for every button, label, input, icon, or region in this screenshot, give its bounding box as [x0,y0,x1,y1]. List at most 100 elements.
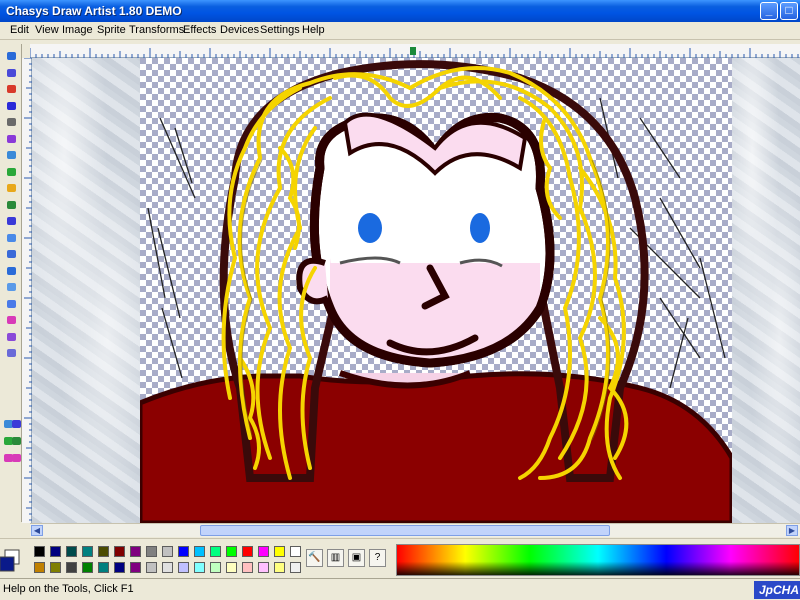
title-bar: Chasys Draw Artist 1.80 DEMO _ □ [0,0,800,22]
tool-fill-button[interactable] [3,180,19,195]
top-ruler [29,44,800,58]
palette-bars-button[interactable]: ▥ [327,549,344,567]
right-eye [470,213,490,243]
smudge-icon [7,332,16,341]
help-icon: ? [374,552,381,563]
menu-edit[interactable]: Edit [10,24,29,36]
rectangle-outline-icon [7,299,16,308]
polygon-icon [7,250,16,258]
menu-sprite[interactable]: Sprite [97,24,126,36]
palette-swatch[interactable] [162,546,173,557]
palette-swatch[interactable] [34,546,45,557]
palette-swatch[interactable] [178,546,189,557]
scroll-left-button[interactable]: ◀ [31,525,43,536]
maximize-button[interactable]: □ [780,2,798,20]
left-eye [358,213,382,243]
hammer-icon: 🔨 [308,552,321,563]
scroll-right-button[interactable]: ▶ [786,525,798,536]
foreground-color-swatch[interactable] [0,556,15,572]
drawing-canvas[interactable] [140,58,732,523]
tool-pencil-button[interactable] [3,48,19,63]
palette-swatch[interactable] [210,562,221,573]
left-ruler-ticks [24,57,32,521]
menu-bar: Edit View Image Sprite Transforms Effect… [0,22,800,40]
window-title: Chasys Draw Artist 1.80 DEMO [6,4,182,18]
palette-swatch[interactable] [98,546,109,557]
hammer-button[interactable]: 🔨 [306,549,323,567]
palette-swatch[interactable] [114,546,125,557]
ruler-marker[interactable] [410,47,416,55]
tool-line-button[interactable] [3,114,19,129]
tool-circle-button[interactable] [3,213,19,228]
tool-strip [0,44,22,522]
tool-polygon-button[interactable] [3,246,19,261]
tool-rectangle-outline-button[interactable] [3,296,19,311]
tool-wave-line-button[interactable] [3,98,19,113]
tool-text-button[interactable] [3,197,19,212]
canvas-backdrop-right [732,58,800,523]
current-colors-indicator[interactable] [0,545,20,573]
arrow-right-icon [12,454,21,462]
tool-triangle-button[interactable] [3,131,19,146]
palette-swatch[interactable] [274,562,285,573]
pencil-icon [7,52,16,60]
palette-swatch[interactable] [82,546,93,557]
picture-button[interactable]: ▣ [348,549,365,567]
palette-bars-icon: ▥ [330,552,341,563]
tool-magnifier-button[interactable] [3,147,19,162]
palette-swatch[interactable] [34,562,45,573]
palette-swatch[interactable] [274,546,285,557]
magnifier-icon [7,151,16,159]
scroll-thumb[interactable] [200,525,610,536]
palette-swatch[interactable] [242,546,253,557]
palette-swatch[interactable] [146,562,157,573]
palette-swatch[interactable] [178,562,189,573]
palette-swatch[interactable] [226,562,237,573]
minimize-button[interactable]: _ [760,2,778,20]
menu-image[interactable]: Image [62,24,93,36]
palette-swatch[interactable] [66,562,77,573]
tool-eyedropper-button[interactable] [3,312,19,327]
palette-swatch[interactable] [130,546,141,557]
menu-transforms[interactable]: Transforms [129,24,184,36]
palette-swatch[interactable] [50,562,61,573]
tool-rectangle-button[interactable] [3,263,19,278]
tool-eraser-button[interactable] [3,345,19,360]
palette-swatch[interactable] [258,562,269,573]
help-button[interactable]: ? [369,549,386,567]
palette-swatch[interactable] [130,562,141,573]
horizontal-scrollbar[interactable]: ◀ ▶ [30,523,800,537]
palette-swatch[interactable] [242,562,253,573]
text-icon [7,200,16,209]
status-bar: Help on the Tools, Click F1 JpCHA [0,578,800,600]
palette-swatch[interactable] [146,546,157,557]
palette-swatch[interactable] [290,546,301,557]
palette-swatch[interactable] [290,562,301,573]
rectangle-icon [7,266,16,275]
palette-swatch[interactable] [194,562,205,573]
palette-swatch[interactable] [66,546,77,557]
tool-select-button[interactable] [3,164,19,179]
tool-smudge-button[interactable] [3,329,19,344]
menu-effects[interactable]: Effects [183,24,216,36]
menu-devices[interactable]: Devices [220,24,259,36]
tool-rounded-rect-button[interactable] [3,279,19,294]
canvas-frame[interactable] [32,58,800,523]
palette-swatch[interactable] [226,546,237,557]
menu-help[interactable]: Help [302,24,325,36]
palette-swatch[interactable] [50,546,61,557]
tool-spray-button[interactable] [3,81,19,96]
tool-ellipse-button[interactable] [3,230,19,245]
left-ruler [22,57,32,523]
menu-view[interactable]: View [35,24,59,36]
menu-settings[interactable]: Settings [260,24,300,36]
palette-swatch[interactable] [82,562,93,573]
color-spectrum[interactable] [396,544,800,576]
tool-brush-button[interactable] [3,65,19,80]
palette-swatch[interactable] [258,546,269,557]
palette-swatch[interactable] [194,546,205,557]
palette-swatch[interactable] [114,562,125,573]
palette-swatch[interactable] [210,546,221,557]
palette-swatch[interactable] [98,562,109,573]
palette-swatch[interactable] [162,562,173,573]
